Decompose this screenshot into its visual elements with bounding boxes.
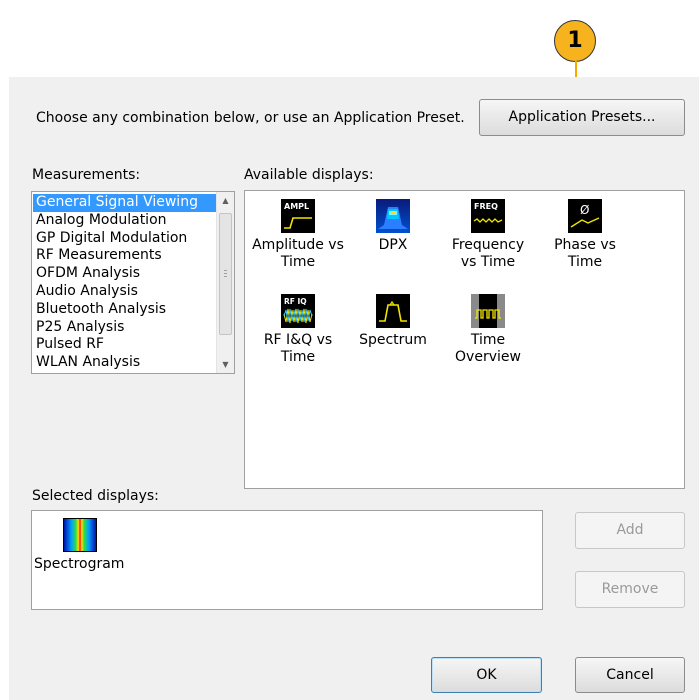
list-item[interactable]: WLAN Analysis — [33, 354, 216, 372]
dpx-icon — [376, 199, 410, 233]
available-displays-panel: AMPL Amplitude vs Time DPX FREQ Frequenc… — [244, 190, 685, 489]
spectrum-icon — [376, 294, 410, 328]
list-item[interactable]: Analog Modulation — [33, 212, 216, 230]
rf-iq-vs-time-icon: RF IQ — [281, 294, 315, 328]
frequency-vs-time-icon: FREQ — [471, 199, 505, 233]
display-label: RF I&Q vs — [263, 332, 333, 348]
measurements-scrollbar[interactable]: ▲ ▼ — [216, 192, 234, 373]
display-label: Time — [567, 254, 603, 270]
display-label: vs Time — [460, 254, 516, 270]
svg-text:FREQ: FREQ — [474, 202, 498, 211]
application-presets-button[interactable]: Application Presets... — [479, 99, 685, 136]
display-frequency-vs-time[interactable]: FREQ Frequency vs Time — [438, 199, 538, 271]
display-rf-iq-vs-time[interactable]: RF IQ RF I&Q vs Time — [248, 294, 348, 366]
display-dpx[interactable]: DPX — [343, 199, 443, 254]
display-spectrum[interactable]: Spectrum — [343, 294, 443, 349]
callout-number-badge: 1 — [554, 20, 596, 62]
list-item[interactable]: Audio Analysis — [33, 283, 216, 301]
list-item[interactable]: OFDM Analysis — [33, 265, 216, 283]
display-spectrogram[interactable]: Spectrogram — [34, 518, 125, 573]
add-button[interactable]: Add — [575, 512, 685, 549]
remove-button[interactable]: Remove — [575, 571, 685, 608]
time-overview-icon — [471, 294, 505, 328]
phase-vs-time-icon: Ø — [568, 199, 602, 233]
svg-text:RF IQ: RF IQ — [284, 297, 307, 306]
display-label: Frequency — [451, 237, 525, 253]
instruction-text: Choose any combination below, or use an … — [36, 110, 465, 126]
display-label: DPX — [378, 237, 408, 253]
cancel-button[interactable]: Cancel — [575, 657, 685, 693]
amplitude-vs-time-icon: AMPL — [281, 199, 315, 233]
selected-displays-panel: Spectrogram — [31, 510, 543, 610]
scroll-down-icon[interactable]: ▼ — [217, 360, 234, 369]
display-label: Time — [470, 332, 506, 348]
display-label: Spectrum — [359, 332, 427, 348]
display-label: Amplitude vs — [252, 237, 344, 253]
svg-text:Ø: Ø — [580, 203, 589, 217]
list-item[interactable]: P25 Analysis — [33, 319, 216, 337]
measurements-list[interactable]: General Signal Viewing Analog Modulation… — [31, 191, 235, 374]
display-label: Phase vs — [554, 237, 616, 253]
display-phase-vs-time[interactable]: Ø Phase vs Time — [535, 199, 635, 271]
list-item[interactable]: General Signal Viewing — [33, 194, 216, 212]
display-amplitude-vs-time[interactable]: AMPL Amplitude vs Time — [248, 199, 348, 271]
ok-button[interactable]: OK — [431, 657, 542, 693]
display-label: Overview — [455, 349, 521, 365]
measurements-label: Measurements: — [32, 167, 141, 183]
list-item[interactable]: RF Measurements — [33, 247, 216, 265]
available-displays-label: Available displays: — [244, 167, 374, 183]
scrollbar-thumb[interactable] — [219, 213, 232, 335]
svg-text:AMPL: AMPL — [284, 202, 309, 211]
display-label: Time — [280, 349, 316, 365]
selected-displays-label: Selected displays: — [32, 488, 159, 504]
list-item[interactable]: Bluetooth Analysis — [33, 301, 216, 319]
list-item[interactable]: GP Digital Modulation — [33, 230, 216, 248]
list-item[interactable]: Pulsed RF — [33, 336, 216, 354]
scroll-up-icon[interactable]: ▲ — [217, 196, 234, 205]
display-label: Time — [280, 254, 316, 270]
display-label: Spectrogram — [34, 556, 125, 572]
spectrogram-icon — [63, 518, 97, 552]
display-time-overview[interactable]: Time Overview — [438, 294, 538, 366]
